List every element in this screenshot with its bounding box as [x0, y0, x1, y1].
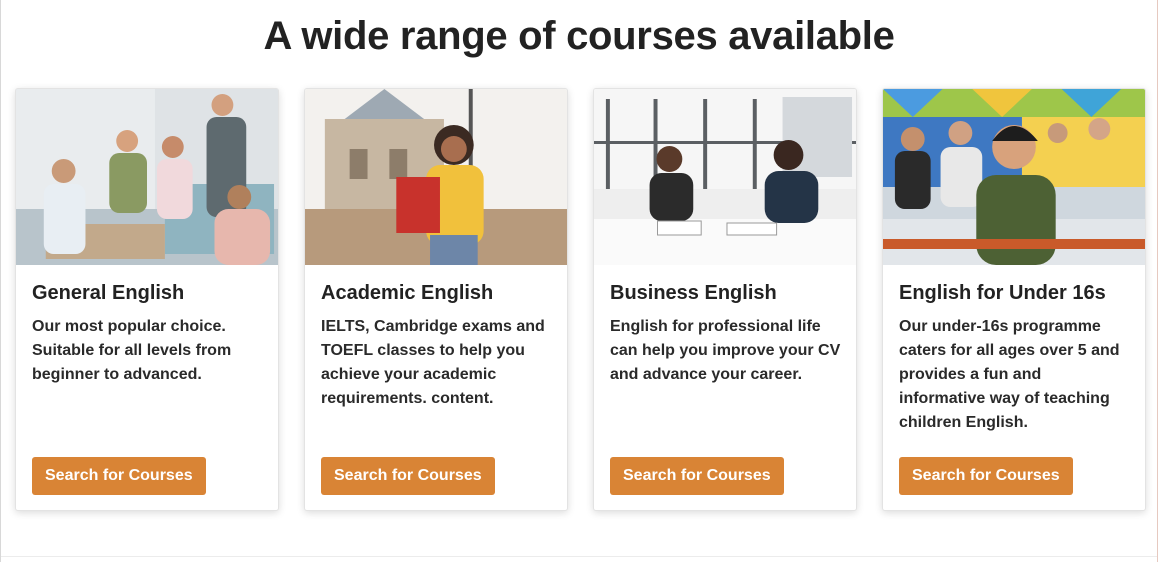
- search-courses-button[interactable]: Search for Courses: [899, 457, 1073, 495]
- search-courses-button[interactable]: Search for Courses: [321, 457, 495, 495]
- card-description: Our most popular choice. Suitable for al…: [32, 318, 232, 383]
- course-cards: General English Our most popular choice.…: [15, 88, 1146, 511]
- course-card-under-16s: English for Under 16s Our under-16s prog…: [882, 88, 1146, 511]
- card-description: Our under-16s programme caters for all a…: [899, 318, 1120, 431]
- section-title: A wide range of courses available: [263, 14, 895, 58]
- card-title: General English: [32, 282, 185, 304]
- page: A wide range of courses available Genera…: [0, 0, 1158, 562]
- card-title: Business English: [610, 282, 777, 304]
- card-description: IELTS, Cambridge exams and TOEFL classes…: [321, 318, 545, 407]
- course-card-academic-english: Academic English IELTS, Cambridge exams …: [304, 88, 568, 511]
- search-courses-button[interactable]: Search for Courses: [32, 457, 206, 495]
- children-classroom-photo: [883, 89, 1145, 265]
- card-title: English for Under 16s: [899, 282, 1106, 304]
- search-courses-button[interactable]: Search for Courses: [610, 457, 784, 495]
- student-with-books-photo: [305, 89, 567, 265]
- course-card-business-english: Business English English for professiona…: [593, 88, 857, 511]
- business-meeting-photo: [594, 89, 856, 265]
- students-group-photo: [16, 89, 278, 265]
- section-divider: [1, 556, 1157, 557]
- course-card-general-english: General English Our most popular choice.…: [15, 88, 279, 511]
- card-description: English for professional life can help y…: [610, 318, 841, 383]
- card-title: Academic English: [321, 282, 494, 304]
